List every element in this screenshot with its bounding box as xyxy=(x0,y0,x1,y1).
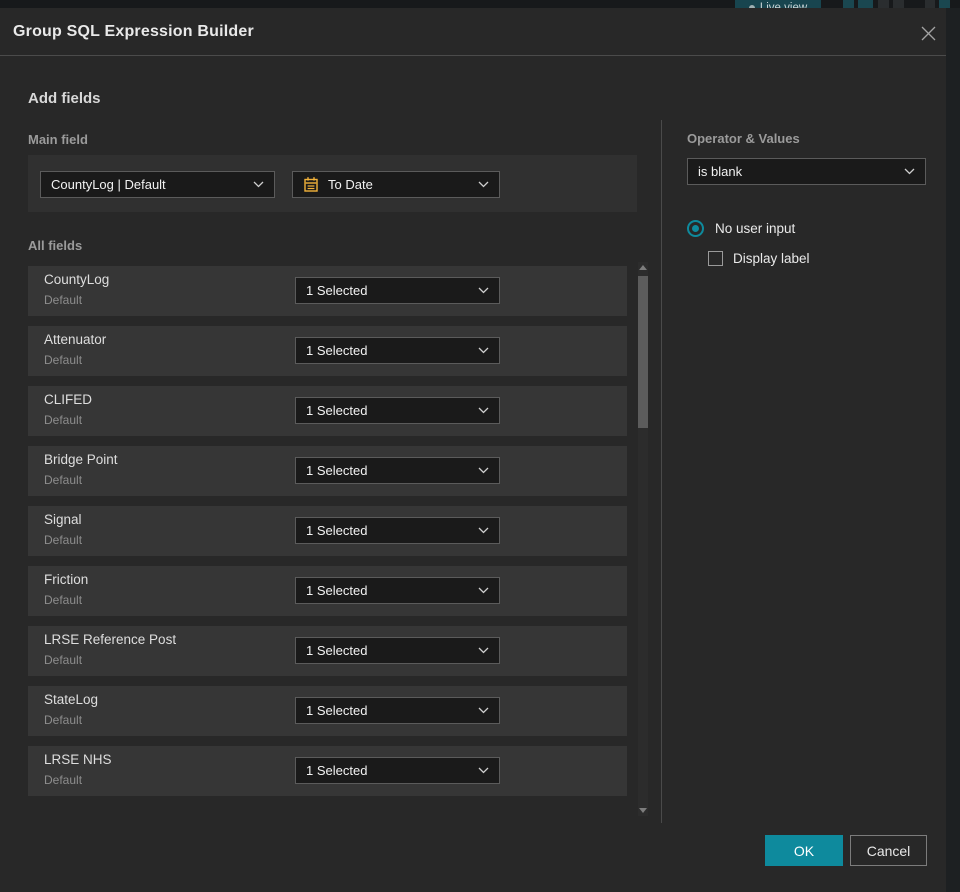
field-selection-value: 1 Selected xyxy=(306,403,368,418)
field-selection-select[interactable]: 1 Selected xyxy=(295,517,500,544)
no-user-input-label: No user input xyxy=(715,221,796,236)
main-field-date-select[interactable]: To Date xyxy=(292,171,500,198)
page-toolbar-strip: Live view xyxy=(0,0,960,15)
display-label-text: Display label xyxy=(733,251,810,266)
field-subtitle: Default xyxy=(44,353,83,367)
all-fields-label: All fields xyxy=(28,238,83,253)
field-name: CountyLog xyxy=(44,272,110,287)
field-row: LRSE NHS Default 1 Selected xyxy=(28,746,627,796)
checkbox-unchecked-icon xyxy=(708,251,723,266)
operator-select-value: is blank xyxy=(698,164,743,179)
field-selection-value: 1 Selected xyxy=(306,763,368,778)
field-selection-value: 1 Selected xyxy=(306,283,368,298)
main-field-label: Main field xyxy=(28,132,88,147)
field-name: Signal xyxy=(44,512,82,527)
toolbar-fragment xyxy=(858,0,873,8)
field-selection-value: 1 Selected xyxy=(306,643,368,658)
field-name: Friction xyxy=(44,572,89,587)
field-selection-value: 1 Selected xyxy=(306,523,368,538)
operator-select[interactable]: is blank xyxy=(687,158,926,185)
field-selection-value: 1 Selected xyxy=(306,703,368,718)
field-name: Bridge Point xyxy=(44,452,118,467)
field-selection-value: 1 Selected xyxy=(306,463,368,478)
field-selection-select[interactable]: 1 Selected xyxy=(295,637,500,664)
field-subtitle: Default xyxy=(44,773,83,787)
fields-scrollbar-thumb[interactable] xyxy=(638,276,648,428)
toolbar-fragment xyxy=(893,0,904,8)
operator-values-label: Operator & Values xyxy=(687,131,800,146)
toolbar-fragment xyxy=(925,0,935,8)
add-fields-heading: Add fields xyxy=(28,90,101,107)
chevron-down-icon xyxy=(478,407,489,414)
field-name: StateLog xyxy=(44,692,99,707)
toolbar-fragment xyxy=(843,0,854,8)
field-selection-select[interactable]: 1 Selected xyxy=(295,577,500,604)
dialog-titlebar: Group SQL Expression Builder xyxy=(0,8,946,56)
field-selection-select[interactable]: 1 Selected xyxy=(295,397,500,424)
field-name: Attenuator xyxy=(44,332,107,347)
field-row: Signal Default 1 Selected xyxy=(28,506,627,556)
field-subtitle: Default xyxy=(44,473,83,487)
chevron-down-icon xyxy=(478,707,489,714)
field-selection-select[interactable]: 1 Selected xyxy=(295,757,500,784)
radio-selected-icon xyxy=(687,220,704,237)
field-row: LRSE Reference Post Default 1 Selected xyxy=(28,626,627,676)
ok-button[interactable]: OK xyxy=(765,835,843,866)
field-name: LRSE NHS xyxy=(44,752,112,767)
field-name: CLIFED xyxy=(44,392,93,407)
dialog-title: Group SQL Expression Builder xyxy=(13,22,254,40)
group-sql-expression-builder-dialog: Group SQL Expression Builder Add fields … xyxy=(0,8,946,892)
chevron-down-icon xyxy=(478,767,489,774)
field-selection-select[interactable]: 1 Selected xyxy=(295,277,500,304)
panel-divider xyxy=(661,120,662,823)
field-selection-select[interactable]: 1 Selected xyxy=(295,457,500,484)
main-field-select[interactable]: CountyLog | Default xyxy=(40,171,275,198)
field-selection-value: 1 Selected xyxy=(306,343,368,358)
field-subtitle: Default xyxy=(44,413,83,427)
scrollbar-up-arrow[interactable] xyxy=(639,265,647,270)
field-subtitle: Default xyxy=(44,593,83,607)
field-subtitle: Default xyxy=(44,293,83,307)
field-selection-value: 1 Selected xyxy=(306,583,368,598)
chevron-down-icon xyxy=(478,527,489,534)
close-icon xyxy=(921,26,935,40)
field-row: CLIFED Default 1 Selected xyxy=(28,386,627,436)
chevron-down-icon xyxy=(478,181,489,188)
field-name: LRSE Reference Post xyxy=(44,632,177,647)
main-field-select-value: CountyLog | Default xyxy=(51,177,166,192)
display-label-checkbox[interactable]: Display label xyxy=(708,251,810,266)
chevron-down-icon xyxy=(478,347,489,354)
scrollbar-down-arrow[interactable] xyxy=(639,808,647,813)
field-selection-select[interactable]: 1 Selected xyxy=(295,697,500,724)
chevron-down-icon xyxy=(253,181,264,188)
close-button[interactable] xyxy=(917,22,939,44)
main-field-date-value: To Date xyxy=(328,177,373,192)
cancel-button[interactable]: Cancel xyxy=(850,835,927,866)
field-subtitle: Default xyxy=(44,713,83,727)
toolbar-fragment xyxy=(939,0,950,8)
field-row: StateLog Default 1 Selected xyxy=(28,686,627,736)
chevron-down-icon xyxy=(478,467,489,474)
chevron-down-icon xyxy=(478,287,489,294)
field-row: Bridge Point Default 1 Selected xyxy=(28,446,627,496)
field-subtitle: Default xyxy=(44,653,83,667)
field-row: Friction Default 1 Selected xyxy=(28,566,627,616)
calendar-icon xyxy=(304,177,318,192)
field-row: CountyLog Default 1 Selected xyxy=(28,266,627,316)
toolbar-fragment xyxy=(878,0,889,8)
field-row: Attenuator Default 1 Selected xyxy=(28,326,627,376)
page-edge-strip xyxy=(946,8,960,892)
chevron-down-icon xyxy=(904,168,915,175)
chevron-down-icon xyxy=(478,587,489,594)
field-selection-select[interactable]: 1 Selected xyxy=(295,337,500,364)
field-subtitle: Default xyxy=(44,533,83,547)
no-user-input-radio[interactable]: No user input xyxy=(687,220,795,237)
chevron-down-icon xyxy=(478,647,489,654)
